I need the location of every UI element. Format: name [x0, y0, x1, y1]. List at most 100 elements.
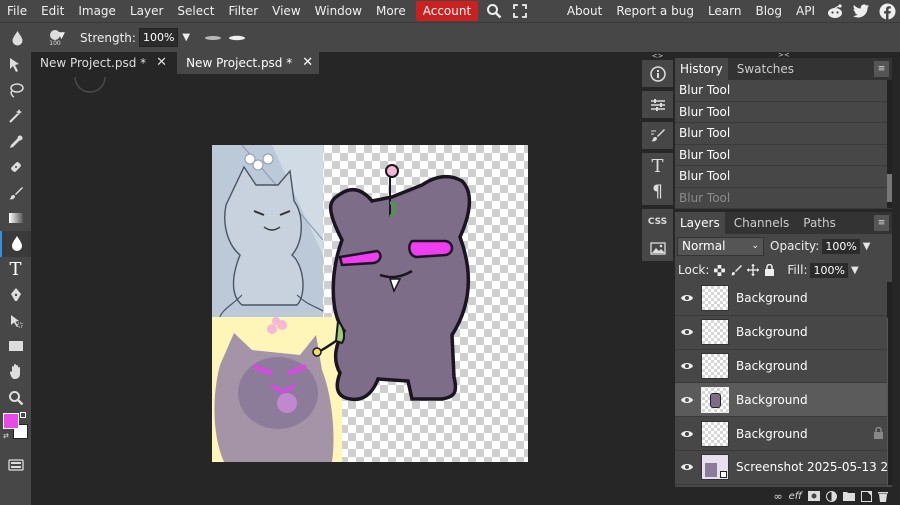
blend-mode-select[interactable]: Normal ⌄ [677, 236, 764, 256]
css-icon[interactable]: CSS [642, 209, 673, 235]
close-icon[interactable]: ✕ [156, 52, 167, 74]
adjustment-layer-icon[interactable] [826, 490, 837, 502]
lock-move-icon[interactable] [747, 264, 760, 276]
layer-row[interactable]: Background [675, 350, 892, 384]
visibility-eye-icon[interactable] [675, 429, 699, 439]
layer-name[interactable]: Background [736, 291, 808, 305]
pen-tool[interactable] [0, 282, 31, 308]
path-select-tool[interactable] [0, 308, 31, 334]
menu-filter[interactable]: Filter [221, 0, 265, 22]
adjustments-icon[interactable] [642, 91, 673, 118]
panel-menu-icon[interactable]: ≡ [874, 215, 889, 231]
paragraph-icon[interactable]: ¶ [642, 179, 673, 205]
new-group-icon[interactable] [843, 491, 855, 501]
hand-tool[interactable] [0, 359, 31, 385]
menu-api[interactable]: API [789, 0, 822, 22]
menu-window[interactable]: Window [308, 0, 369, 22]
history-item[interactable]: Blur Tool [675, 80, 892, 102]
history-item[interactable]: Blur Tool [675, 144, 892, 166]
rectangle-tool[interactable] [0, 334, 31, 360]
lock-paint-icon[interactable] [730, 264, 743, 276]
menu-about[interactable]: About [560, 0, 609, 22]
fullscreen-icon[interactable] [509, 0, 531, 22]
menu-report-bug[interactable]: Report a bug [609, 0, 701, 22]
menu-more[interactable]: More [369, 0, 413, 22]
layers-scrollbar[interactable] [887, 282, 892, 485]
visibility-eye-icon[interactable] [675, 395, 699, 405]
layer-effects-icon[interactable]: eff [789, 491, 802, 502]
tab-paths[interactable]: Paths [798, 212, 841, 234]
brush-settings-icon[interactable] [642, 122, 673, 149]
twitter-icon[interactable] [850, 0, 872, 22]
chevron-down-icon[interactable]: ▼ [863, 241, 871, 252]
lock-transparency-icon[interactable] [714, 264, 726, 276]
visibility-eye-icon[interactable] [675, 293, 699, 303]
chevron-down-icon[interactable]: ▼ [182, 32, 190, 43]
layer-row[interactable]: Background [675, 417, 892, 451]
layer-name[interactable]: Background [736, 325, 808, 339]
lasso-tool[interactable] [0, 78, 31, 104]
layers-scroll-thumb[interactable] [887, 318, 892, 485]
lock-all-icon[interactable] [764, 264, 775, 276]
facebook-icon[interactable] [876, 0, 898, 22]
menu-learn[interactable]: Learn [701, 0, 749, 22]
visibility-eye-icon[interactable] [675, 327, 699, 337]
strength-input[interactable]: 100% [138, 28, 179, 47]
blur-tool[interactable] [0, 231, 31, 257]
menu-select[interactable]: Select [170, 0, 221, 22]
layer-row-selected[interactable]: Background [675, 383, 892, 418]
delete-layer-icon[interactable] [878, 491, 888, 502]
magic-wand-tool[interactable] [0, 103, 31, 129]
layer-name[interactable]: Background [736, 359, 808, 373]
history-item[interactable]: Blur Tool [675, 166, 892, 188]
menu-image[interactable]: Image [71, 0, 123, 22]
reddit-icon[interactable] [824, 0, 846, 22]
opacity-input[interactable]: 100% [822, 238, 860, 254]
color-swatches[interactable]: ⇄ [0, 410, 31, 446]
image-icon[interactable] [642, 235, 673, 261]
quick-mask-tool[interactable] [0, 452, 31, 478]
close-icon[interactable]: ✕ [302, 52, 313, 74]
menu-edit[interactable]: Edit [34, 0, 71, 22]
brush-size-picker[interactable]: 100 ▼ [42, 29, 68, 47]
healing-brush-tool[interactable] [0, 154, 31, 180]
blur-drop-icon[interactable] [11, 30, 24, 46]
soft-brush-icon[interactable] [204, 35, 222, 41]
layer-row[interactable]: Background [675, 282, 892, 316]
panel-menu-icon[interactable]: ≡ [874, 61, 889, 77]
layer-lock-icon[interactable] [873, 426, 884, 442]
layer-mask-icon[interactable] [808, 491, 820, 501]
tab-swatches[interactable]: Swatches [732, 58, 799, 80]
menu-view[interactable]: View [265, 0, 307, 22]
gradient-tool[interactable] [0, 206, 31, 232]
hard-brush-icon[interactable] [228, 35, 246, 41]
zoom-tool[interactable] [0, 385, 31, 411]
layer-row[interactable]: Background [675, 316, 892, 350]
visibility-eye-icon[interactable] [675, 462, 699, 472]
default-colors-icon[interactable]: ⇄ [3, 432, 9, 440]
type-tool[interactable]: T [0, 257, 31, 283]
menu-blog[interactable]: Blog [748, 0, 789, 22]
tab-layers[interactable]: Layers [675, 212, 725, 234]
history-item-undone[interactable]: Blur Tool [675, 187, 892, 209]
visibility-eye-icon[interactable] [675, 361, 699, 371]
history-scrollbar[interactable] [887, 80, 892, 208]
tab-channels[interactable]: Channels [729, 212, 795, 234]
menu-file[interactable]: File [0, 0, 34, 22]
document-canvas[interactable] [212, 145, 528, 462]
eyedropper-tool[interactable] [0, 129, 31, 155]
history-scroll-thumb[interactable] [887, 174, 892, 202]
layer-name[interactable]: Screenshot 2025-05-13 2 [736, 460, 888, 474]
character-icon[interactable]: T [642, 153, 673, 179]
layer-name[interactable]: Background [736, 427, 808, 441]
new-layer-icon[interactable] [861, 490, 872, 502]
fill-input[interactable]: 100% [810, 262, 848, 278]
layer-name[interactable]: Background [736, 393, 808, 407]
history-item[interactable]: Blur Tool [675, 101, 892, 123]
move-tool[interactable] [0, 52, 31, 78]
tab-history[interactable]: History [675, 58, 728, 80]
menu-account[interactable]: Account [415, 1, 479, 21]
collapse-panels-icon[interactable]: <> [641, 52, 674, 60]
search-icon[interactable] [483, 0, 505, 22]
layer-row[interactable]: Screenshot 2025-05-13 2 [675, 451, 892, 485]
